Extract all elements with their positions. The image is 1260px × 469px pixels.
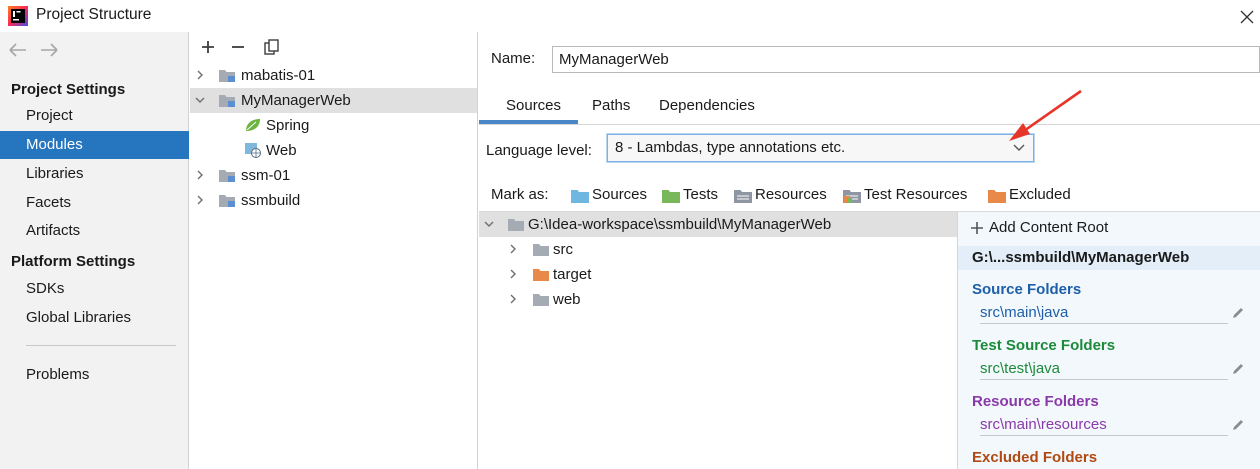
platform-settings-header: Platform Settings [11, 253, 136, 270]
tests-folder-icon [662, 188, 680, 203]
mark-as-label-text: Tests [683, 186, 719, 203]
chevron-right-icon[interactable] [194, 194, 206, 206]
mark-as-label-text: Sources [592, 186, 648, 203]
module-item-mabatis-01[interactable]: mabatis-01 [190, 63, 477, 88]
mark-as-label-text: Excluded [1009, 186, 1071, 203]
folder-label: src [553, 241, 573, 258]
nav-item-sdks[interactable]: SDKs [0, 275, 189, 303]
folder-underline [980, 435, 1228, 436]
folder-icon [507, 216, 525, 232]
tabs-divider [479, 124, 1260, 125]
resources-folder-icon [734, 188, 752, 203]
excluded-folders-header: Excluded Folders [972, 449, 1098, 466]
project-settings-header: Project Settings [11, 81, 126, 98]
test-source-folder-path: src\test\java [980, 360, 1061, 377]
facet-label: Spring [266, 117, 310, 134]
add-icon[interactable] [198, 37, 218, 57]
excluded-folder-icon [988, 188, 1006, 203]
content-root-row[interactable]: G:\Idea-workspace\ssmbuild\MyManagerWeb [479, 212, 957, 237]
name-label: Name: [491, 50, 536, 67]
pencil-icon[interactable] [1231, 306, 1245, 320]
nav-item-artifacts[interactable]: Artifacts [0, 217, 189, 245]
tab-dependencies[interactable]: Dependencies [659, 94, 755, 124]
annotation-red-arrow-icon [999, 87, 1089, 147]
module-folder-icon [218, 67, 236, 83]
folder-row-target[interactable]: target [479, 262, 957, 287]
module-label: ssmbuild [241, 192, 301, 209]
language-level-select[interactable]: 8 - Lambdas, type annotations etc. [607, 134, 1034, 162]
mark-as-label-text: Resources [755, 186, 827, 203]
mark-as-label-text: Test Resources [864, 186, 968, 203]
pencil-icon[interactable] [1231, 362, 1245, 376]
excluded-folder-icon [532, 266, 550, 282]
test-source-folders-header: Test Source Folders [972, 337, 1116, 354]
title-bar: Project Structure [0, 0, 1260, 32]
nav-item-modules[interactable]: Modules [0, 131, 189, 159]
resource-folder-path: src\main\resources [980, 416, 1107, 433]
chevron-down-icon[interactable] [194, 94, 206, 106]
module-folder-icon [218, 92, 236, 108]
nav-divider [26, 345, 176, 346]
arrow-left-icon[interactable] [7, 40, 29, 60]
language-level-label: Language level: [486, 142, 592, 159]
folder-label: target [553, 266, 592, 283]
sources-folder-icon [571, 188, 589, 203]
close-icon[interactable] [1236, 6, 1258, 28]
content-root-tree: G:\Idea-workspace\ssmbuild\MyManagerWeb … [479, 211, 957, 469]
module-settings-panel: Name: MyManagerWeb Sources Paths Depende… [479, 32, 1260, 469]
chevron-right-icon[interactable] [194, 169, 206, 181]
module-folder-icon [218, 167, 236, 183]
chevron-right-icon[interactable] [507, 243, 519, 255]
chevron-right-icon[interactable] [194, 69, 206, 81]
resource-folders-header: Resource Folders [972, 393, 1099, 410]
facet-item-web[interactable]: Web [190, 138, 477, 163]
chevron-right-icon[interactable] [507, 293, 519, 305]
facet-item-spring[interactable]: Spring [190, 113, 477, 138]
chevron-down-icon[interactable] [483, 218, 495, 230]
arrow-right-icon[interactable] [38, 40, 60, 60]
folder-underline [980, 323, 1228, 324]
nav-item-facets[interactable]: Facets [0, 189, 189, 217]
chevron-right-icon[interactable] [507, 268, 519, 280]
remove-icon[interactable] [228, 37, 248, 57]
pencil-icon[interactable] [1231, 418, 1245, 432]
module-item-mymanagerweb[interactable]: MyManagerWeb [190, 88, 477, 113]
content-root-info-panel: Add Content Root G:\...ssmbuild\MyManage… [957, 211, 1260, 469]
module-label: ssm-01 [241, 167, 291, 184]
content-root-path: G:\Idea-workspace\ssmbuild\MyManagerWeb [528, 216, 832, 233]
settings-nav: Project Settings Project Modules Librari… [0, 32, 189, 469]
module-item-ssm-01[interactable]: ssm-01 [190, 163, 477, 188]
module-label: mabatis-01 [241, 67, 316, 84]
window-title: Project Structure [36, 6, 152, 23]
test-resources-folder-icon [843, 188, 861, 203]
module-folder-icon [218, 192, 236, 208]
plus-icon [970, 221, 984, 235]
intellij-app-icon [8, 6, 28, 26]
nav-item-libraries[interactable]: Libraries [0, 160, 189, 188]
folder-row-web[interactable]: web [479, 287, 957, 312]
module-label: MyManagerWeb [241, 92, 351, 109]
module-name-input[interactable]: MyManagerWeb [552, 46, 1260, 73]
copy-icon[interactable] [262, 37, 282, 57]
folder-icon [532, 241, 550, 257]
nav-item-project[interactable]: Project [0, 102, 189, 130]
tab-paths[interactable]: Paths [592, 94, 630, 124]
folder-underline [980, 379, 1228, 380]
module-tree-panel: mabatis-01 MyManagerWeb Spring Web ssm-0… [190, 32, 478, 469]
content-root-short-path: G:\...ssmbuild\MyManagerWeb [972, 249, 1190, 266]
source-folder-path: src\main\java [980, 304, 1069, 321]
mark-as-label: Mark as: [491, 186, 549, 203]
folder-icon [532, 291, 550, 307]
module-item-ssmbuild[interactable]: ssmbuild [190, 188, 477, 213]
add-content-root-label: Add Content Root [989, 219, 1109, 236]
folder-row-src[interactable]: src [479, 237, 957, 262]
spring-leaf-icon [244, 117, 262, 133]
source-folders-header: Source Folders [972, 281, 1082, 298]
nav-item-problems[interactable]: Problems [0, 361, 189, 389]
web-facet-icon [244, 142, 262, 158]
nav-item-global-libraries[interactable]: Global Libraries [0, 304, 189, 332]
folder-label: web [553, 291, 581, 308]
facet-label: Web [266, 142, 297, 159]
